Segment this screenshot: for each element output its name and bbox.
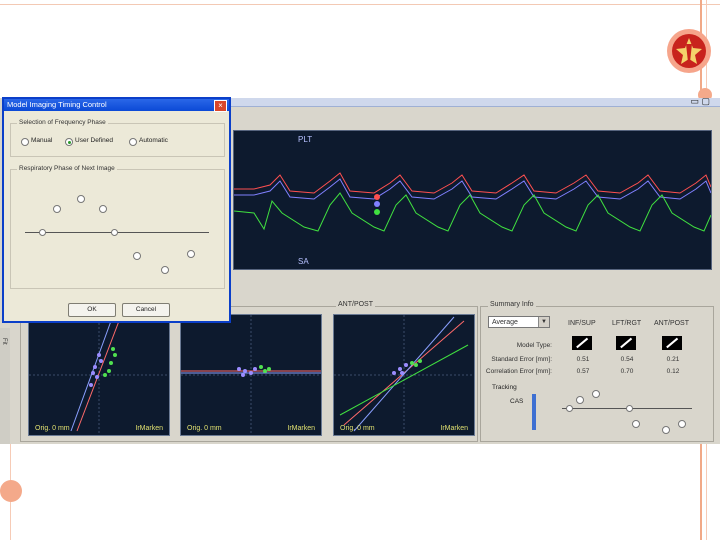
phase-point-3[interactable] (99, 205, 107, 213)
frequency-legend: Selection of Frequency Phase (17, 119, 108, 126)
col-header-inf-sup: INF/SUP (568, 320, 596, 327)
corr-error-ant-post: 0.12 (666, 368, 680, 375)
scatter-panel-1[interactable]: Orig. 0 mm IrMarken (28, 314, 170, 436)
left-edge-panel: Fit (0, 328, 10, 444)
radio-auto[interactable] (129, 138, 137, 146)
waveform-marker-red (374, 194, 380, 200)
phase-slider-thumb-1[interactable] (39, 229, 46, 236)
summary-caption: Summary Info (488, 301, 536, 308)
corr-error-inf-sup: 0.57 (576, 368, 590, 375)
waveform-red (234, 172, 712, 194)
phase-point-1[interactable] (53, 205, 61, 213)
row-label-correlation-error: Correlation Error [mm]: (485, 368, 552, 375)
tracking-level-bar (532, 394, 536, 430)
panel2-caption-left: Orig. 0 mm (187, 425, 222, 432)
summary-marker-1[interactable] (592, 390, 600, 398)
scatter-panel-2[interactable]: Orig. 0 mm IrMarken (180, 314, 322, 436)
phase-slider-thumb-2[interactable] (111, 229, 118, 236)
row-label-model-type: Model Type: (516, 342, 552, 349)
plot-tag-top: PLT (298, 135, 313, 144)
chevron-down-icon[interactable]: ▼ (538, 317, 549, 327)
radio-auto-label: Automatic (139, 137, 168, 144)
panel1-caption-right: IrMarken (135, 425, 163, 432)
scatter-svg-1 (29, 315, 169, 435)
summary-marker-3[interactable] (662, 426, 670, 434)
panel2-caption-right: IrMarken (287, 425, 315, 432)
cancel-button[interactable]: Cancel (122, 303, 170, 317)
slide-top-rule (0, 4, 720, 5)
dialog-title-bar[interactable]: Model Imaging Timing Control × (4, 99, 229, 112)
model-type-icon-inf-sup (572, 336, 592, 350)
timing-control-dialog: Model Imaging Timing Control × Selection… (2, 97, 231, 323)
seal-logo (667, 29, 711, 73)
summary-marker-5[interactable] (576, 396, 584, 404)
scatter-svg-2 (181, 315, 321, 435)
summary-select-value: Average (492, 319, 518, 326)
row-label-standard-error: Standard Error [mm]: (491, 356, 552, 363)
radio-user-defined-label: User Defined (75, 137, 113, 144)
panel3-caption-right: IrMarken (440, 425, 468, 432)
ok-button[interactable]: OK (68, 303, 116, 317)
col-header-lft-rgt: LFT/RGT (612, 320, 642, 327)
radio-user-defined[interactable] (65, 138, 73, 146)
corr-error-lft-rgt: 0.70 (620, 368, 634, 375)
frequency-fieldset: Selection of Frequency Phase Manual User… (10, 119, 225, 157)
respiratory-waveform-plot[interactable]: PLT SA (233, 130, 712, 270)
radio-manual[interactable] (21, 138, 29, 146)
panel1-caption-left: Orig. 0 mm (35, 425, 70, 432)
phase-point-5[interactable] (161, 266, 169, 274)
summary-slider-thumb-1[interactable] (566, 405, 573, 412)
waveform-marker-green (374, 209, 380, 215)
phase-point-6[interactable] (187, 250, 195, 258)
plot-tag-bottom: SA (298, 257, 309, 266)
waveform-svg (233, 172, 712, 232)
phase-point-2[interactable] (77, 195, 85, 203)
phase-legend: Respiratory Phase of Next Image (17, 165, 117, 172)
waveform-marker-blue (374, 201, 380, 207)
phase-fieldset: Respiratory Phase of Next Image (10, 165, 225, 289)
panel3-caption: ANT/POST (336, 301, 376, 308)
dialog-title: Model Imaging Timing Control (7, 100, 107, 109)
phase-point-4[interactable] (133, 252, 141, 260)
summary-marker-2[interactable] (632, 420, 640, 428)
close-icon[interactable]: × (214, 100, 227, 112)
model-type-icon-lft-rgt (616, 336, 636, 350)
radio-manual-label: Manual (31, 137, 53, 144)
left-edge-label: Fit (1, 338, 7, 345)
app-title-bar: ▭ ▢ (230, 96, 720, 107)
tracking-value: CAS (510, 398, 524, 405)
summary-slider-thumb-2[interactable] (626, 405, 633, 412)
scatter-panel-3[interactable]: Orig. 0 mm IrMarken (333, 314, 475, 436)
summary-select[interactable]: Average ▼ (488, 316, 550, 328)
col-header-ant-post: ANT/POST (654, 320, 690, 327)
model-type-icon-ant-post (662, 336, 682, 350)
slide-dot-bottom (0, 480, 22, 502)
window-buttons[interactable]: ▭ ▢ (690, 96, 710, 107)
std-error-lft-rgt: 0.54 (620, 356, 634, 363)
scatter-svg-3 (334, 315, 474, 435)
panel3-caption-left: Orig. 0 mm (340, 425, 375, 432)
std-error-inf-sup: 0.51 (576, 356, 590, 363)
summary-marker-4[interactable] (678, 420, 686, 428)
std-error-ant-post: 0.21 (666, 356, 680, 363)
summary-panel: Average ▼ INF/SUP LFT/RGT ANT/POST Model… (482, 310, 712, 440)
tracking-label: Tracking (492, 384, 517, 391)
